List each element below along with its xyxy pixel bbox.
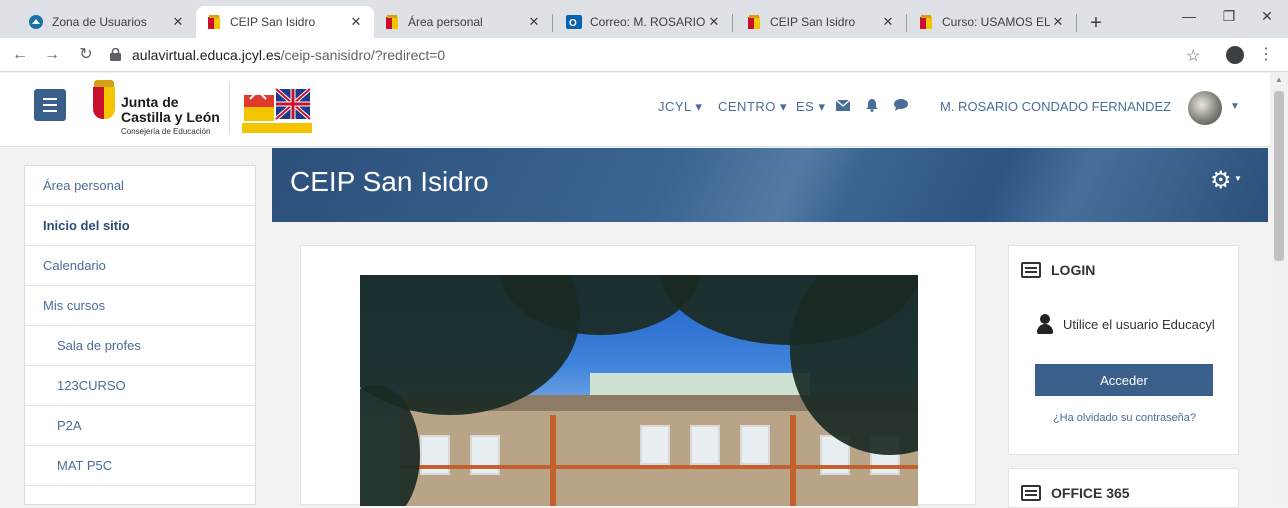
- close-tab-icon[interactable]: ✕: [348, 14, 364, 30]
- chevron-down-icon[interactable]: ▼: [1234, 174, 1242, 183]
- bookmark-star-icon[interactable]: ☆: [1186, 46, 1200, 66]
- restore-icon[interactable]: ❐: [1214, 8, 1244, 25]
- login-title-text: LOGIN: [1051, 262, 1096, 278]
- tab-title: CEIP San Isidro: [770, 15, 856, 29]
- outlook-icon: O: [566, 14, 582, 30]
- list-icon: [1021, 262, 1041, 278]
- page-title: CEIP San Isidro: [290, 166, 489, 197]
- hamburger-menu-icon[interactable]: [34, 89, 66, 121]
- jcyl-favicon-icon: [384, 14, 400, 30]
- jcyl-favicon-icon: [746, 14, 762, 30]
- office365-block-title: OFFICE 365: [1021, 485, 1130, 501]
- tab-title: Correo: M. ROSARIO CC: [590, 15, 706, 29]
- login-block-title: LOGIN: [1021, 262, 1095, 278]
- close-tab-icon[interactable]: ✕: [170, 14, 186, 30]
- address-bar: ← → ↻ aulavirtual.educa.jcyl.es/ceip-san…: [0, 38, 1288, 72]
- profile-icon[interactable]: [1226, 46, 1244, 64]
- scrollbar-thumb[interactable]: [1274, 91, 1284, 261]
- url-path: /ceip-sanisidro/?redirect=0: [280, 47, 446, 63]
- forgot-password-link[interactable]: ¿Ha olvidado su contraseña?: [1009, 412, 1240, 424]
- close-tab-icon[interactable]: ✕: [880, 14, 896, 30]
- web-page: Junta de Castilla y León Consejería de E…: [0, 73, 1270, 508]
- tab-separator: [552, 14, 553, 32]
- url-field[interactable]: aulavirtual.educa.jcyl.es/ceip-sanisidro…: [110, 43, 1260, 67]
- gear-icon[interactable]: ⚙: [1210, 166, 1232, 195]
- tab-title: CEIP San Isidro: [230, 15, 316, 29]
- jcyl-favicon-icon: [206, 14, 222, 30]
- sidebar-item-sala-profes[interactable]: Sala de profes: [25, 326, 255, 366]
- tab-title: Zona de Usuarios: [52, 15, 147, 29]
- school-logo[interactable]: [240, 81, 314, 137]
- page-header-banner: CEIP San Isidro ⚙ ▼: [272, 148, 1268, 222]
- tab-ceip-san-isidro-active[interactable]: CEIP San Isidro ✕: [196, 6, 374, 38]
- user-icon: [1037, 314, 1053, 334]
- sidebar-nav: Área personal Inicio del sitio Calendari…: [24, 165, 256, 505]
- browser-tab-bar: Zona de Usuarios ✕ CEIP San Isidro ✕ Áre…: [0, 0, 1288, 38]
- sidebar-item-mat-p5c[interactable]: MAT P5C: [25, 446, 255, 486]
- tab-ceip-san-isidro[interactable]: CEIP San Isidro ✕: [736, 6, 906, 38]
- logo-divider: [229, 83, 230, 133]
- sidebar-item-p2a[interactable]: P2A: [25, 406, 255, 446]
- tab-separator: [732, 14, 733, 32]
- org-name: Junta de Castilla y León: [121, 95, 220, 125]
- sidebar-item-area-personal[interactable]: Área personal: [25, 166, 255, 206]
- page-scrollbar[interactable]: ▲: [1270, 73, 1288, 502]
- office365-title-text: OFFICE 365: [1051, 485, 1130, 501]
- site-navbar: Junta de Castilla y León Consejería de E…: [0, 73, 1270, 147]
- close-tab-icon[interactable]: ✕: [706, 14, 722, 30]
- org-name-line1: Junta de: [121, 94, 179, 110]
- login-block: LOGIN Utilice el usuario Educacyl Accede…: [1008, 245, 1239, 455]
- sidebar-item-calendario[interactable]: Calendario: [25, 246, 255, 286]
- back-arrow-icon[interactable]: ←: [10, 45, 30, 65]
- tab-zona-usuarios[interactable]: Zona de Usuarios ✕: [18, 6, 196, 38]
- tab-title: Área personal: [408, 15, 483, 29]
- scroll-up-arrow-icon[interactable]: ▲: [1275, 75, 1283, 84]
- tab-area-personal[interactable]: Área personal ✕: [374, 6, 552, 38]
- chevron-down-icon[interactable]: ▼: [1230, 101, 1240, 112]
- forward-arrow-icon[interactable]: →: [42, 45, 62, 65]
- tab-correo[interactable]: O Correo: M. ROSARIO CC ✕: [556, 6, 732, 38]
- url-host: aulavirtual.educa.jcyl.es: [132, 47, 281, 63]
- sidebar-item-mis-cursos[interactable]: Mis cursos: [25, 286, 255, 326]
- school-building-photo: [360, 275, 918, 506]
- tab-separator: [906, 14, 907, 32]
- avatar[interactable]: [1188, 91, 1222, 125]
- user-hint-text: Utilice el usuario Educacyl: [1063, 316, 1215, 332]
- site-favicon-icon: [28, 14, 44, 30]
- acceder-button[interactable]: Acceder: [1035, 364, 1213, 396]
- envelope-icon[interactable]: [835, 99, 851, 114]
- reload-icon[interactable]: ↻: [76, 45, 96, 65]
- tab-separator: [1076, 14, 1077, 32]
- crown-icon: [94, 80, 114, 87]
- chat-bubble-icon[interactable]: [894, 99, 908, 114]
- lock-icon: [110, 47, 124, 62]
- new-tab-plus-icon[interactable]: +: [1082, 10, 1110, 38]
- centro-menu[interactable]: CENTRO ▾: [718, 99, 787, 115]
- jcyl-logo[interactable]: Junta de Castilla y León Consejería de E…: [91, 79, 221, 139]
- office365-block: OFFICE 365: [1008, 468, 1239, 508]
- close-window-icon[interactable]: ✕: [1252, 8, 1282, 25]
- close-tab-icon[interactable]: ✕: [526, 14, 542, 30]
- org-subtitle: Consejería de Educación: [121, 127, 211, 136]
- language-menu[interactable]: ES ▾: [796, 99, 825, 115]
- sidebar-item-123curso[interactable]: 123CURSO: [25, 366, 255, 406]
- sidebar-item-inicio-sitio[interactable]: Inicio del sitio: [25, 206, 255, 246]
- more-menu-icon[interactable]: ⋮: [1258, 44, 1274, 64]
- user-name[interactable]: M. ROSARIO CONDADO FERNANDEZ: [940, 99, 1171, 114]
- jcyl-favicon-icon: [918, 14, 934, 30]
- org-name-line2: Castilla y León: [121, 109, 220, 125]
- svg-text:O: O: [569, 18, 577, 29]
- close-tab-icon[interactable]: ✕: [1050, 14, 1066, 30]
- tab-title: Curso: USAMOS EL AUL: [942, 15, 1050, 29]
- login-user-hint: Utilice el usuario Educacyl: [1037, 314, 1215, 334]
- list-icon: [1021, 485, 1041, 501]
- jcyl-menu[interactable]: JCYL ▾: [658, 99, 702, 115]
- minimize-icon[interactable]: —: [1174, 8, 1204, 24]
- tab-curso[interactable]: Curso: USAMOS EL AUL ✕: [908, 6, 1076, 38]
- bell-icon[interactable]: [866, 99, 878, 115]
- main-content: [300, 245, 976, 506]
- shield-icon: [93, 87, 115, 119]
